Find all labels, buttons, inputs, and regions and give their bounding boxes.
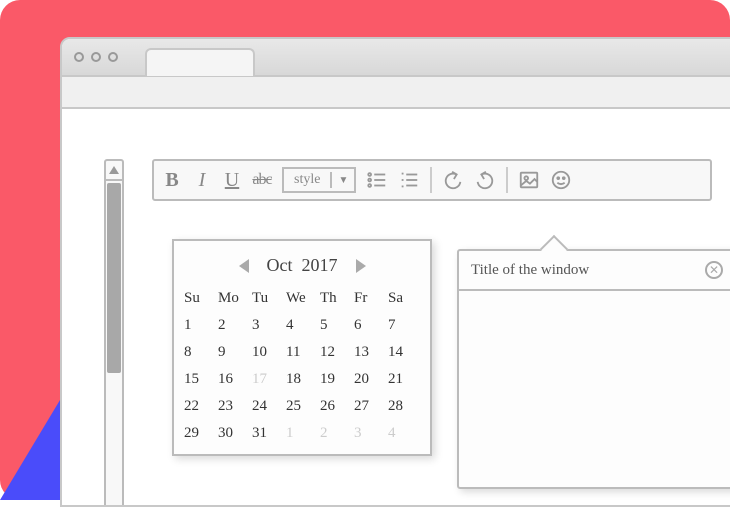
calendar-grid: SuMoTuWeThFrSa12345678910111213141516171… <box>184 286 420 446</box>
next-month-button[interactable] <box>356 259 366 273</box>
triangle-up-icon <box>109 166 119 174</box>
calendar-day[interactable]: 4 <box>388 421 420 446</box>
bullet-list-icon[interactable] <box>366 169 388 191</box>
calendar-weekday: Su <box>184 286 216 311</box>
popup-window: Title of the window ✕ <box>457 249 730 489</box>
calendar-day[interactable]: 27 <box>354 394 386 419</box>
calendar-day[interactable]: 31 <box>252 421 284 446</box>
calendar-year: 2017 <box>302 255 338 275</box>
calendar-day[interactable]: 5 <box>320 313 352 338</box>
calendar-day[interactable]: 13 <box>354 340 386 365</box>
page-content: B I U abc style ▼ <box>62 109 730 507</box>
calendar-day[interactable]: 29 <box>184 421 216 446</box>
editor-toolbar: B I U abc style ▼ <box>152 159 712 201</box>
separator <box>430 167 432 193</box>
calendar-day[interactable]: 7 <box>388 313 420 338</box>
strikethrough-button[interactable]: abc <box>252 171 272 189</box>
traffic-light-maximize[interactable] <box>108 52 118 62</box>
calendar-day[interactable]: 14 <box>388 340 420 365</box>
calendar-day[interactable]: 30 <box>218 421 250 446</box>
calendar-day[interactable]: 20 <box>354 367 386 392</box>
calendar-day[interactable]: 3 <box>354 421 386 446</box>
calendar-day[interactable]: 2 <box>218 313 250 338</box>
calendar-day[interactable]: 24 <box>252 394 284 419</box>
calendar-day[interactable]: 10 <box>252 340 284 365</box>
calendar-day[interactable]: 11 <box>286 340 318 365</box>
popup-title: Title of the window <box>471 262 589 279</box>
vertical-scrollbar[interactable] <box>104 159 124 507</box>
calendar-weekday: Tu <box>252 286 284 311</box>
close-button[interactable]: ✕ <box>705 261 723 279</box>
calendar-day[interactable]: 17 <box>252 367 284 392</box>
calendar-day[interactable]: 4 <box>286 313 318 338</box>
calendar-month: Oct <box>267 255 293 275</box>
calendar-day[interactable]: 2 <box>320 421 352 446</box>
image-icon[interactable] <box>518 169 540 191</box>
numbered-list-icon[interactable] <box>398 169 420 191</box>
undo-icon[interactable] <box>442 169 464 191</box>
calendar-day[interactable]: 23 <box>218 394 250 419</box>
calendar-weekday: Sa <box>388 286 420 311</box>
separator <box>506 167 508 193</box>
calendar-day[interactable]: 15 <box>184 367 216 392</box>
calendar-weekday: Mo <box>218 286 250 311</box>
underline-button[interactable]: U <box>222 169 242 192</box>
calendar-day[interactable]: 1 <box>286 421 318 446</box>
calendar-day[interactable]: 26 <box>320 394 352 419</box>
bold-button[interactable]: B <box>162 169 182 192</box>
calendar-day[interactable]: 9 <box>218 340 250 365</box>
calendar-day[interactable]: 18 <box>286 367 318 392</box>
prev-month-button[interactable] <box>239 259 249 273</box>
style-dropdown[interactable]: style ▼ <box>282 167 356 193</box>
calendar-day[interactable]: 3 <box>252 313 284 338</box>
calendar-weekday: We <box>286 286 318 311</box>
calendar-day[interactable]: 25 <box>286 394 318 419</box>
background: B I U abc style ▼ <box>0 0 730 500</box>
traffic-light-close[interactable] <box>74 52 84 62</box>
calendar-day[interactable]: 16 <box>218 367 250 392</box>
calendar-widget: Oct 2017 SuMoTuWeThFrSa12345678910111213… <box>172 239 432 456</box>
italic-button[interactable]: I <box>192 169 212 192</box>
redo-icon[interactable] <box>474 169 496 191</box>
calendar-day[interactable]: 21 <box>388 367 420 392</box>
calendar-weekday: Th <box>320 286 352 311</box>
calendar-day[interactable]: 22 <box>184 394 216 419</box>
chevron-down-icon: ▼ <box>332 175 354 186</box>
calendar-weekday: Fr <box>354 286 386 311</box>
calendar-day[interactable]: 6 <box>354 313 386 338</box>
calendar-header: Oct 2017 <box>184 249 420 286</box>
calendar-day[interactable]: 19 <box>320 367 352 392</box>
emoji-icon[interactable] <box>550 169 572 191</box>
scroll-up-button[interactable] <box>106 161 122 181</box>
window-chrome <box>62 39 730 77</box>
calendar-day[interactable]: 28 <box>388 394 420 419</box>
scroll-thumb[interactable] <box>107 183 121 373</box>
calendar-day[interactable]: 1 <box>184 313 216 338</box>
calendar-day[interactable]: 8 <box>184 340 216 365</box>
traffic-light-minimize[interactable] <box>91 52 101 62</box>
popup-header: Title of the window ✕ <box>459 251 730 291</box>
calendar-title: Oct 2017 <box>267 255 338 276</box>
calendar-day[interactable]: 12 <box>320 340 352 365</box>
address-bar[interactable] <box>62 77 730 109</box>
browser-tab[interactable] <box>145 48 255 76</box>
style-dropdown-label: style <box>284 172 332 188</box>
browser-window: B I U abc style ▼ <box>60 37 730 507</box>
